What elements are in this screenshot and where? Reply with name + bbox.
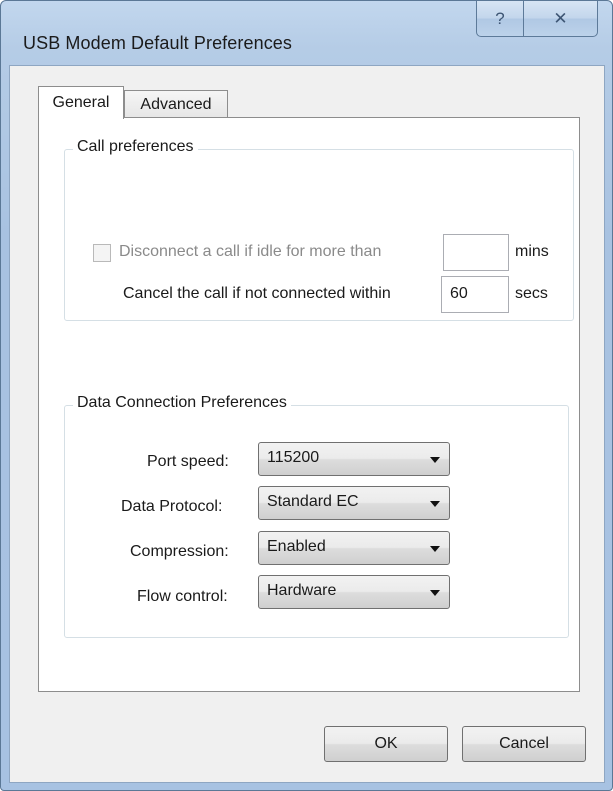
help-button[interactable]: ? (476, 1, 524, 37)
flow-control-value: Hardware (267, 582, 337, 599)
tab-advanced[interactable]: Advanced (124, 90, 228, 118)
data-protocol-select[interactable]: Standard EC (258, 486, 450, 520)
idle-disconnect-label: Disconnect a call if idle for more than (119, 243, 382, 260)
data-protocol-value: Standard EC (267, 493, 359, 510)
tab-page-general: Call preferences Disconnect a call if id… (38, 117, 580, 692)
close-icon: ✕ (553, 8, 568, 28)
call-preferences-legend: Call preferences (73, 138, 198, 156)
data-connection-group: Data Connection Preferences Port speed: … (64, 394, 569, 638)
dialog-window: USB Modem Default Preferences ? ✕ Genera… (0, 0, 613, 791)
tab-general[interactable]: General (38, 86, 124, 119)
port-speed-label: Port speed: (147, 453, 229, 470)
data-connection-legend: Data Connection Preferences (73, 394, 291, 412)
flow-control-select[interactable]: Hardware (258, 575, 450, 609)
cancel-call-label: Cancel the call if not connected within (123, 285, 391, 302)
compression-label: Compression: (130, 543, 229, 560)
flow-control-label: Flow control: (137, 588, 228, 605)
chevron-down-icon (430, 457, 440, 463)
idle-disconnect-checkbox[interactable] (93, 244, 111, 262)
chevron-down-icon (430, 546, 440, 552)
cancel-button[interactable]: Cancel (462, 726, 586, 762)
idle-minutes-input[interactable] (443, 234, 509, 271)
help-icon: ? (495, 8, 505, 28)
ok-button[interactable]: OK (324, 726, 448, 762)
idle-minutes-unit: mins (515, 243, 549, 260)
data-protocol-label: Data Protocol: (121, 498, 223, 515)
caption-buttons: ? ✕ (476, 1, 598, 37)
cancel-seconds-input[interactable]: 60 (441, 276, 509, 313)
title-bar[interactable]: USB Modem Default Preferences ? ✕ (1, 1, 612, 65)
cancel-seconds-unit: secs (515, 285, 548, 302)
close-button[interactable]: ✕ (524, 1, 598, 37)
chevron-down-icon (430, 590, 440, 596)
window-title: USB Modem Default Preferences (23, 33, 293, 53)
dialog-client-area: General Advanced Call preferences Discon… (9, 65, 605, 783)
port-speed-select[interactable]: 115200 (258, 442, 450, 476)
port-speed-value: 115200 (267, 449, 320, 466)
compression-select[interactable]: Enabled (258, 531, 450, 565)
compression-value: Enabled (267, 538, 326, 555)
chevron-down-icon (430, 501, 440, 507)
call-preferences-group: Call preferences Disconnect a call if id… (64, 138, 574, 321)
